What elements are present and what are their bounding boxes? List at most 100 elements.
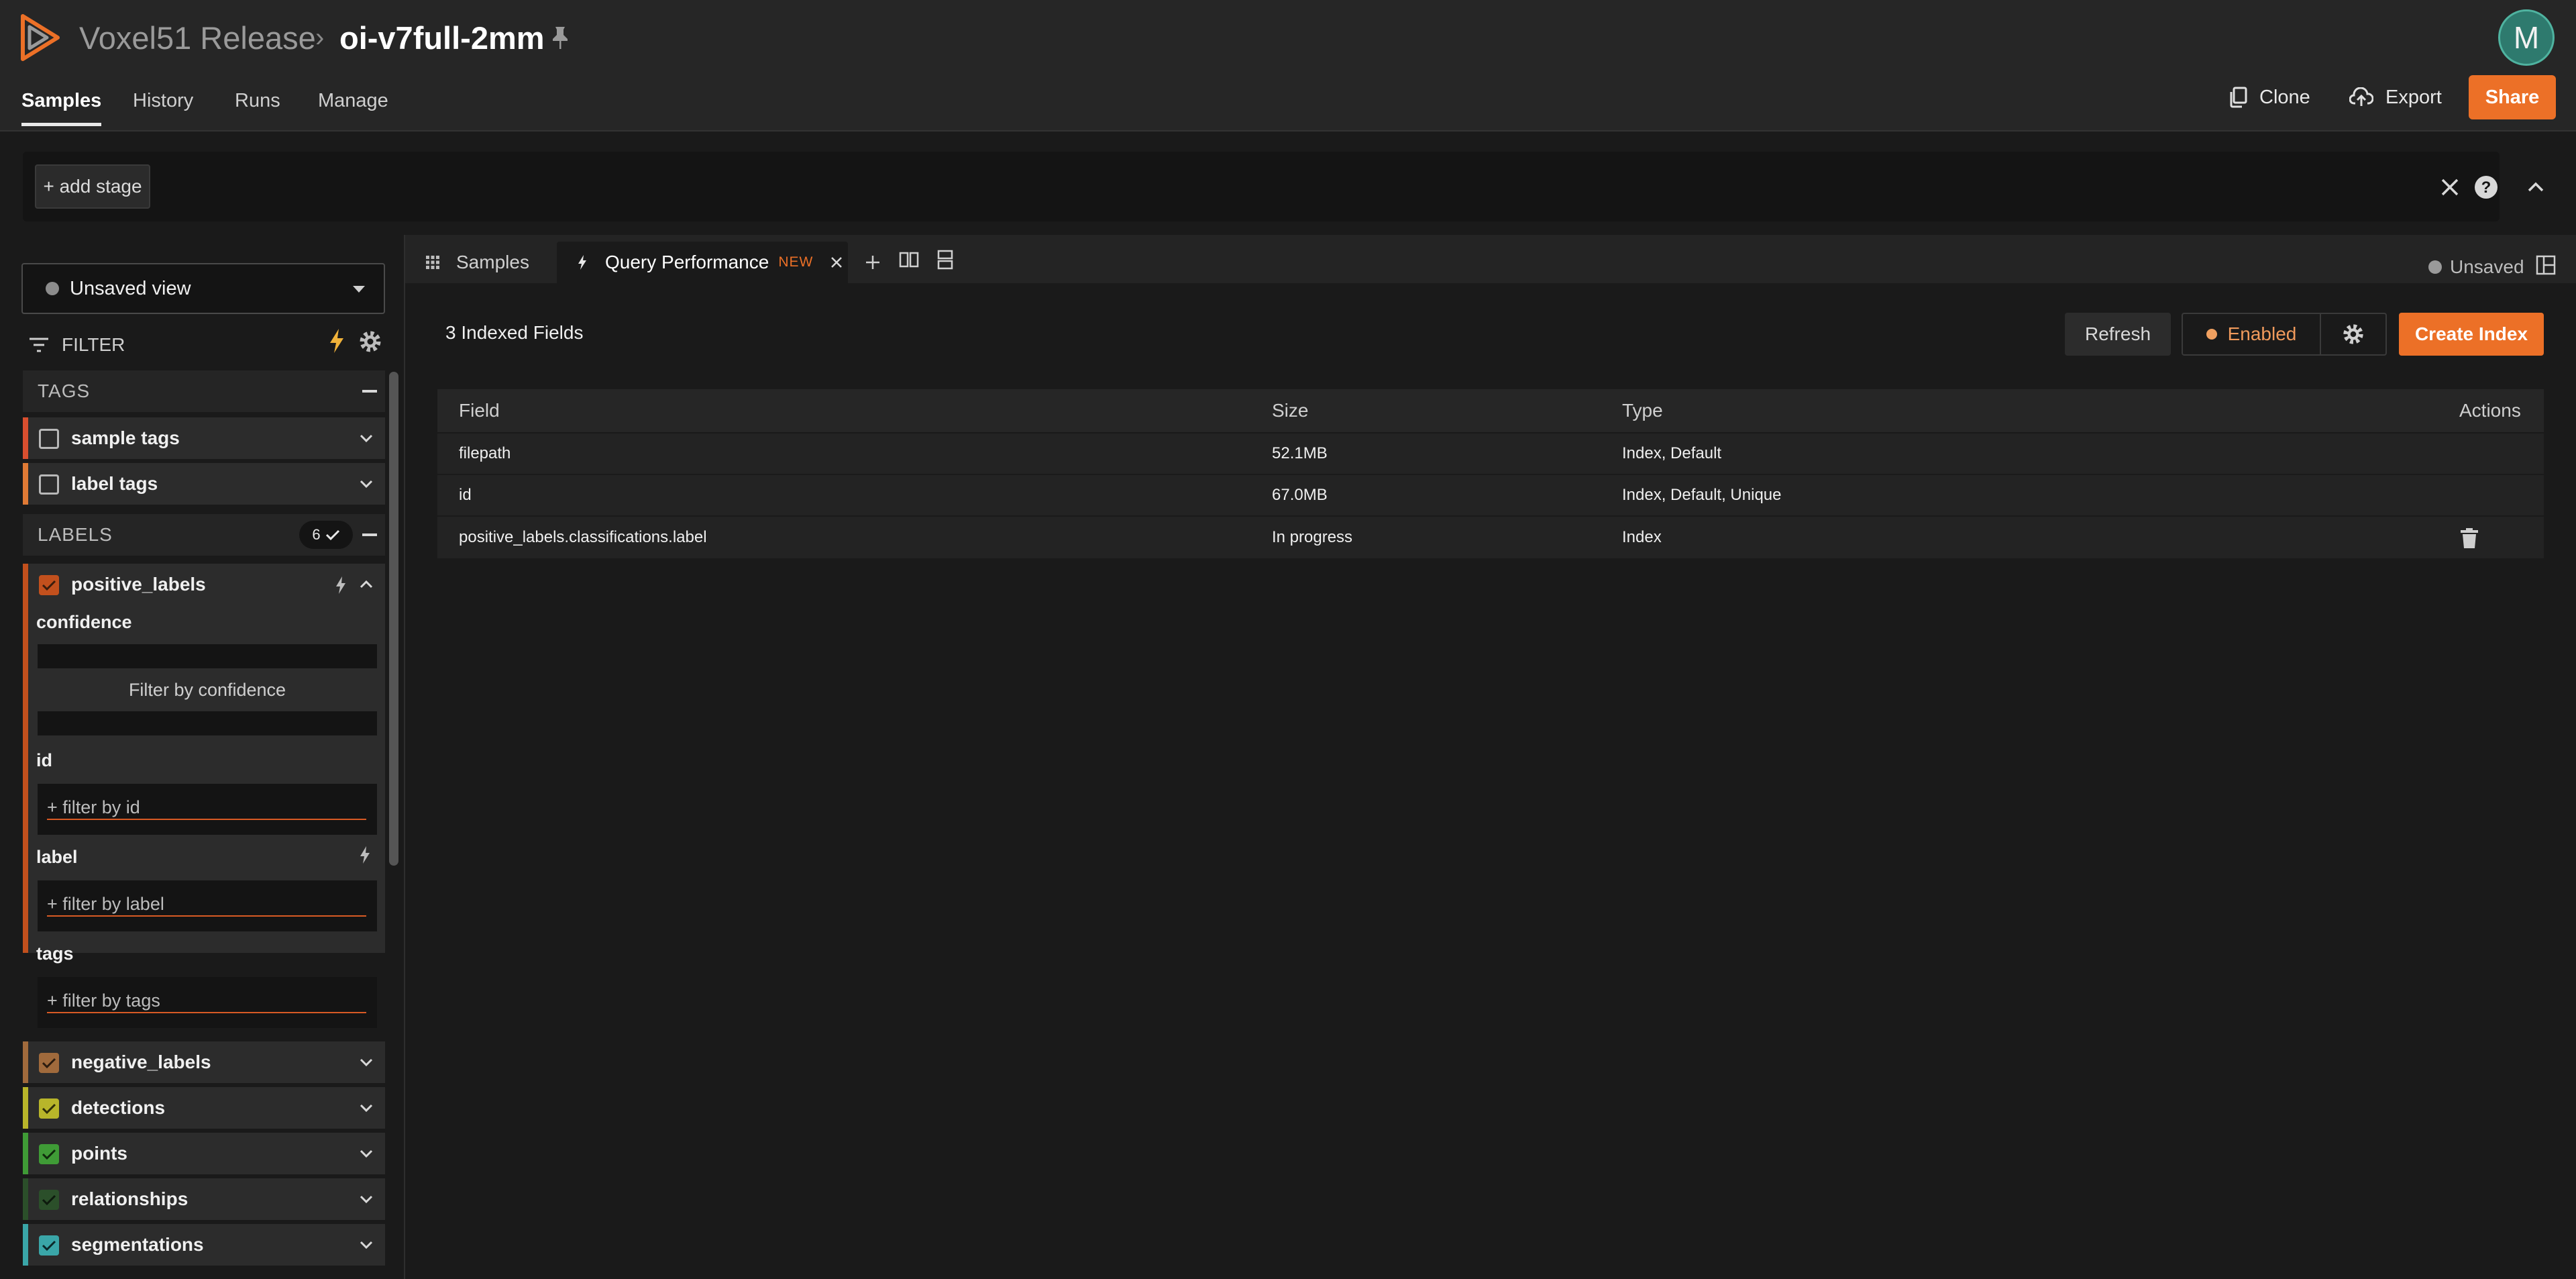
- field-accent: [23, 1087, 28, 1129]
- confidence-range-bottom[interactable]: [38, 711, 377, 735]
- checkbox-checked[interactable]: [39, 575, 59, 595]
- check-icon: [42, 580, 56, 591]
- field-row-positive-labels[interactable]: positive_labels: [23, 564, 385, 605]
- sub-field-confidence: confidence: [36, 612, 132, 632]
- chevron-down-icon[interactable]: [357, 1237, 376, 1252]
- plus-icon[interactable]: [864, 254, 881, 271]
- field-row-negative-labels[interactable]: negative_labels: [23, 1041, 385, 1083]
- checkbox-checked[interactable]: [39, 1053, 59, 1073]
- chevron-down-icon[interactable]: [357, 431, 376, 446]
- close-icon[interactable]: [2438, 175, 2462, 199]
- confidence-range-top[interactable]: [38, 644, 377, 668]
- filter-title: FILTER: [62, 334, 125, 355]
- chevron-up-icon[interactable]: [2522, 176, 2549, 199]
- labels-group-header[interactable]: LABELS 6: [23, 514, 385, 556]
- table-row[interactable]: positive_labels.classifications.label In…: [437, 517, 2544, 560]
- field-row-relationships[interactable]: relationships: [23, 1178, 385, 1220]
- breadcrumb-org[interactable]: Voxel51 Release: [79, 16, 316, 59]
- bolt-icon[interactable]: [327, 327, 346, 354]
- cell-field: positive_labels.classifications.label: [459, 528, 707, 546]
- trash-icon[interactable]: [2459, 527, 2479, 549]
- bolt-icon[interactable]: [334, 576, 347, 595]
- pin-icon[interactable]: [551, 25, 569, 50]
- collapse-minus-icon[interactable]: [362, 533, 377, 536]
- column-header-field[interactable]: Field: [459, 389, 500, 432]
- bolt-icon[interactable]: [358, 846, 372, 864]
- field-accent: [23, 463, 28, 505]
- nav-tab-history[interactable]: History: [133, 81, 193, 121]
- labels-count: 6: [312, 526, 321, 543]
- field-label: relationships: [71, 1188, 189, 1209]
- chevron-down-icon[interactable]: [357, 1146, 376, 1161]
- enabled-toggle-button[interactable]: Enabled: [2183, 314, 2320, 354]
- field-accent: [23, 1224, 28, 1266]
- view-bar[interactable]: + add stage ?: [23, 152, 2500, 221]
- breadcrumb-dataset[interactable]: oi-v7full-2mm: [339, 16, 545, 59]
- column-header-actions: Actions: [2459, 400, 2521, 421]
- cell-field: id: [459, 486, 472, 504]
- close-icon[interactable]: [829, 255, 844, 270]
- label-filter-input[interactable]: [47, 892, 366, 917]
- qp-settings-button[interactable]: [2320, 314, 2385, 354]
- gear-icon[interactable]: [358, 329, 383, 354]
- add-stage-button[interactable]: + add stage: [35, 164, 150, 209]
- table-row[interactable]: filepath 52.1MB Index, Default: [437, 433, 2544, 475]
- column-header-type[interactable]: Type: [1622, 389, 1663, 432]
- filter-by-confidence-button[interactable]: Filter by confidence: [38, 668, 377, 711]
- label-filter-field[interactable]: [38, 880, 377, 931]
- tags-filter-field[interactable]: [38, 977, 377, 1028]
- field-row-detections[interactable]: detections: [23, 1087, 385, 1129]
- collapse-minus-icon[interactable]: [362, 390, 377, 393]
- chevron-up-icon[interactable]: [357, 577, 376, 592]
- chevron-down-icon[interactable]: [357, 1192, 376, 1207]
- checkbox-checked[interactable]: [39, 1098, 59, 1119]
- caret-down-icon: [353, 286, 365, 293]
- chevron-down-icon[interactable]: [357, 476, 376, 491]
- checkbox-checked[interactable]: [39, 1144, 59, 1164]
- workspace-status[interactable]: Unsaved: [2428, 254, 2524, 280]
- id-filter-field[interactable]: [38, 784, 377, 835]
- help-icon[interactable]: ?: [2474, 175, 2498, 199]
- field-label: sample tags: [71, 427, 180, 448]
- chevron-down-icon[interactable]: [357, 1101, 376, 1115]
- filter-header: FILTER: [28, 325, 125, 365]
- sub-field-id: id: [36, 750, 52, 770]
- tab-query-performance[interactable]: Query Performance NEW: [557, 242, 848, 283]
- field-row-label-tags[interactable]: label tags: [23, 463, 385, 505]
- field-row-points[interactable]: points: [23, 1133, 385, 1174]
- nav-tab-samples[interactable]: Samples: [21, 81, 102, 126]
- share-button[interactable]: Share: [2469, 75, 2556, 119]
- clone-button[interactable]: Clone: [2229, 75, 2310, 119]
- column-header-size[interactable]: Size: [1272, 389, 1308, 432]
- checkbox-checked[interactable]: [39, 1235, 59, 1256]
- tags-group-header[interactable]: TAGS: [23, 370, 385, 412]
- field-row-sample-tags[interactable]: sample tags: [23, 417, 385, 459]
- chevron-down-icon[interactable]: [357, 1055, 376, 1070]
- sidebar-scrollbar[interactable]: [389, 372, 398, 866]
- nav-tab-runs[interactable]: Runs: [235, 81, 280, 121]
- split-horizontal-icon[interactable]: [899, 251, 919, 268]
- split-vertical-icon[interactable]: [936, 250, 954, 270]
- labels-count-badge[interactable]: 6: [299, 521, 353, 549]
- layout-icon[interactable]: [2536, 255, 2556, 275]
- export-button[interactable]: Export: [2349, 75, 2442, 119]
- view-select[interactable]: Unsaved view: [21, 263, 385, 314]
- gear-icon: [2343, 324, 2363, 344]
- labels-group-title: LABELS: [38, 524, 113, 545]
- field-row-segmentations[interactable]: segmentations: [23, 1224, 385, 1266]
- table-row[interactable]: id 67.0MB Index, Default, Unique: [437, 475, 2544, 517]
- tags-filter-input[interactable]: [47, 989, 366, 1013]
- avatar[interactable]: M: [2498, 9, 2555, 66]
- nav-tab-manage[interactable]: Manage: [318, 81, 388, 121]
- checkbox[interactable]: [39, 474, 59, 495]
- field-label: negative_labels: [71, 1052, 211, 1072]
- logo-icon[interactable]: [19, 12, 62, 63]
- refresh-button[interactable]: Refresh: [2065, 313, 2171, 356]
- indexes-table: Field Size Type Actions filepath 52.1MB …: [437, 389, 2544, 560]
- create-index-button[interactable]: Create Index: [2399, 313, 2544, 356]
- checkbox-checked[interactable]: [39, 1190, 59, 1210]
- id-filter-input[interactable]: [47, 796, 366, 820]
- tab-query-performance-label: Query Performance: [605, 252, 769, 272]
- checkbox[interactable]: [39, 429, 59, 449]
- tab-samples[interactable]: Samples: [419, 242, 559, 283]
